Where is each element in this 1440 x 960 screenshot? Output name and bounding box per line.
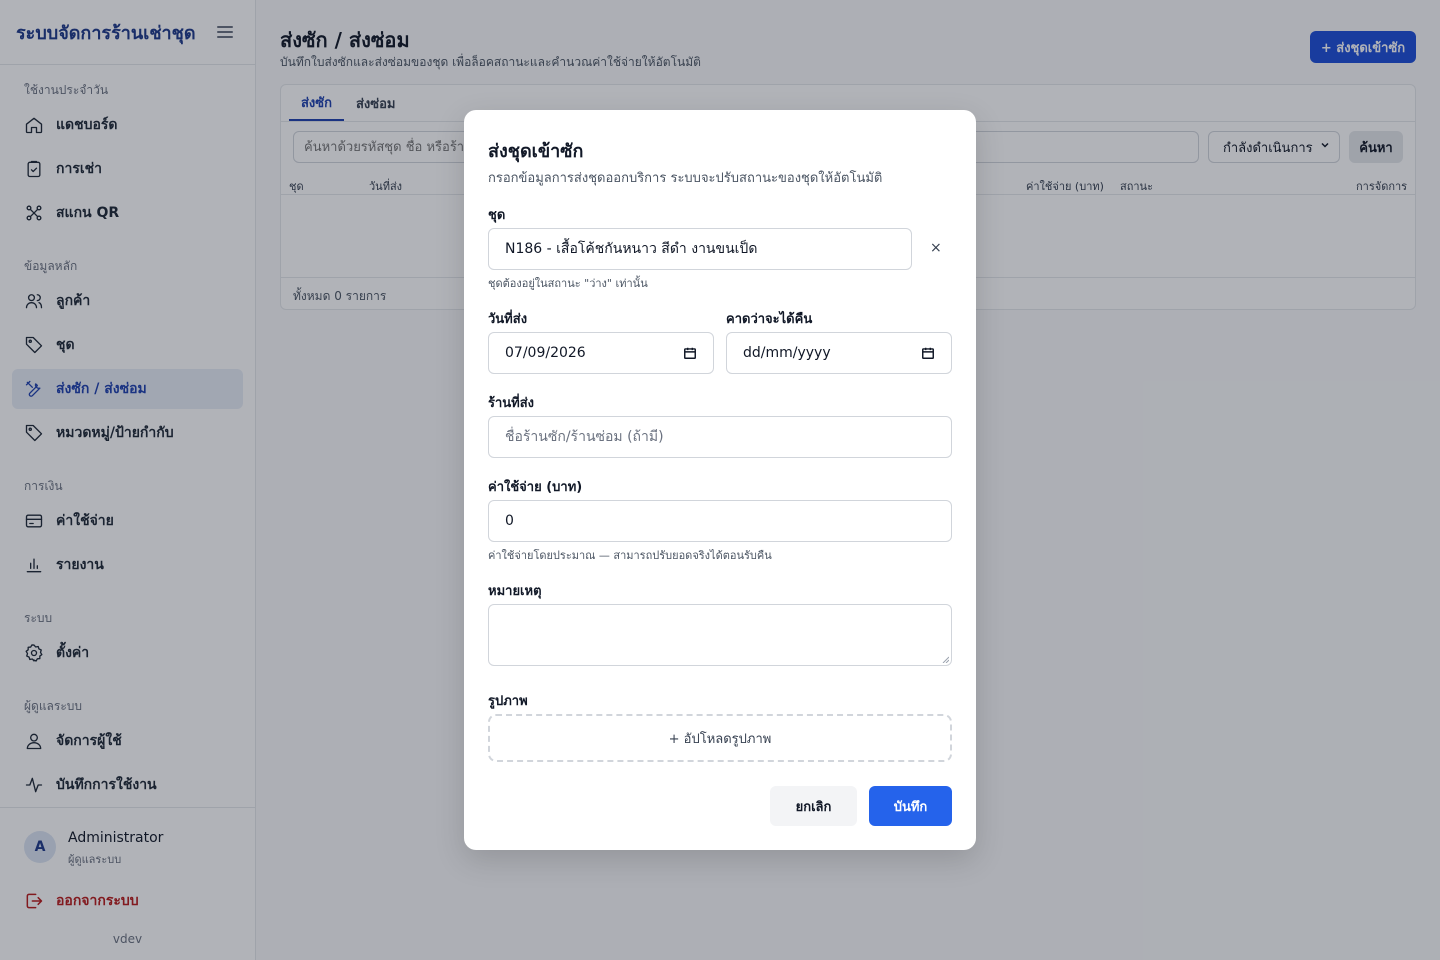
shop-label: ร้านที่ส่ง <box>488 396 535 411</box>
dialog-description: กรอกข้อมูลการส่งชุดออกบริการ ระบบจะปรับส… <box>488 171 883 186</box>
return-date-label: คาดว่าจะได้คืน <box>726 312 813 327</box>
clear-outfit-button[interactable]: × <box>930 240 942 256</box>
cost-input[interactable]: 0 <box>488 500 952 542</box>
dialog-title: ส่งชุดเข้าซัก <box>488 141 584 162</box>
send-date-label: วันที่ส่ง <box>488 312 528 327</box>
resize-handle-icon[interactable] <box>941 655 949 663</box>
image-label: รูปภาพ <box>488 694 528 709</box>
cost-hint: ค่าใช้จ่ายโดยประมาณ — สามารถปรับยอดจริงไ… <box>488 549 772 562</box>
save-button[interactable]: บันทึก <box>869 786 952 826</box>
outfit-hint: ชุดต้องอยู่ในสถานะ "ว่าง" เท่านั้น <box>488 277 648 290</box>
return-date-input[interactable]: dd/mm/yyyy <box>726 332 952 374</box>
cost-label: ค่าใช้จ่าย (บาท) <box>488 480 583 495</box>
send-to-laundry-dialog: ส่งชุดเข้าซัก กรอกข้อมูลการส่งชุดออกบริก… <box>464 110 976 850</box>
shop-placeholder: ชื่อร้านซัก/ร้านซ่อม (ถ้ามี) <box>505 429 664 445</box>
note-textarea[interactable] <box>488 604 952 666</box>
send-date-value: 07/09/2026 <box>505 345 586 361</box>
calendar-icon[interactable] <box>683 346 697 360</box>
send-date-input[interactable]: 07/09/2026 <box>488 332 714 374</box>
return-date-placeholder: dd/mm/yyyy <box>743 345 831 361</box>
cost-value: 0 <box>505 513 514 529</box>
cancel-button[interactable]: ยกเลิก <box>770 786 857 826</box>
note-label: หมายเหตุ <box>488 584 542 599</box>
outfit-select[interactable]: N186 - เสื้อโค้ชกันหนาว สีดำ งานขนเป็ด <box>488 228 912 270</box>
upload-image-button[interactable]: + อัปโหลดรูปภาพ <box>488 714 952 762</box>
shop-input[interactable]: ชื่อร้านซัก/ร้านซ่อม (ถ้ามี) <box>488 416 952 458</box>
outfit-value: N186 - เสื้อโค้ชกันหนาว สีดำ งานขนเป็ด <box>505 241 758 257</box>
outfit-label: ชุด <box>488 208 506 223</box>
calendar-icon[interactable] <box>921 346 935 360</box>
